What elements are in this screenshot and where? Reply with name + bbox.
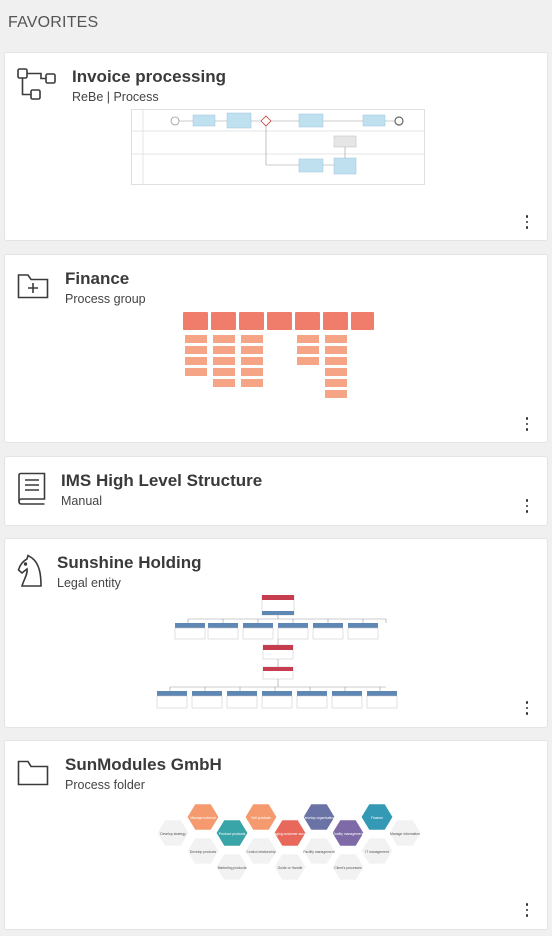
process-hexagon-label: Quality management (332, 832, 363, 836)
card-title[interactable]: SunModules GmbH (65, 755, 222, 775)
process-hexagon-label: Control relationship (246, 850, 275, 854)
folder-plus-icon (17, 271, 49, 306)
book-icon (17, 472, 47, 511)
favorite-card-sunshine-holding[interactable]: Sunshine Holding Legal entity (4, 538, 548, 728)
process-hexagon-label: Manage external (190, 816, 216, 820)
process-hexagon: Client's processes (331, 853, 365, 881)
favorite-card-sunmodules-gmbh[interactable]: SunModules GmbH Process folder Develop s… (4, 740, 548, 930)
process-hexagon: Develop organisation (302, 803, 336, 831)
process-landscape-preview[interactable]: Develop strategy Manage external Develop p… (151, 801, 423, 888)
process-hexagon-label: Develop strategy (160, 832, 186, 836)
process-hexagon: Develop strategy (156, 819, 190, 847)
process-group-preview[interactable] (181, 312, 375, 407)
card-title[interactable]: Invoice processing (72, 67, 226, 87)
card-subtitle: Process group (65, 292, 146, 306)
card-subtitle: ReBe | Process (72, 90, 159, 104)
folder-icon (17, 759, 49, 792)
process-hexagon: Managing customer accounts (268, 819, 313, 847)
card-menu-button[interactable] (523, 701, 531, 715)
chess-knight-icon (17, 554, 43, 593)
process-hexagon-label: Manage information (390, 832, 420, 836)
process-hexagon-label: Marketing products (218, 866, 247, 870)
card-menu-button[interactable] (523, 499, 531, 513)
favorite-card-invoice-processing[interactable]: Invoice processing ReBe | Process (4, 52, 548, 241)
process-hexagon-label: Sell products (251, 816, 271, 820)
favorite-card-finance[interactable]: Finance Process group (4, 254, 548, 443)
process-hexagon: Develop products (186, 837, 220, 865)
process-hexagon-label: IT management (365, 850, 389, 854)
process-hexagon: IT management (360, 837, 394, 865)
favorite-card-ims-high-level-structure[interactable]: IMS High Level Structure Manual (4, 456, 548, 526)
process-hexagon-label: Guide or Handle (278, 866, 303, 870)
process-hexagon: Marketing products (215, 853, 249, 881)
card-title[interactable]: Finance (65, 269, 129, 289)
card-menu-button[interactable] (523, 417, 531, 431)
process-hexagon: Control relationship (244, 837, 278, 865)
process-diagram-preview[interactable] (131, 109, 425, 190)
process-hexagon-label: Develop products (190, 850, 217, 854)
process-hexagon: Manage information (388, 819, 422, 847)
process-hexagon-label: Facility management (303, 850, 334, 854)
card-title[interactable]: IMS High Level Structure (61, 471, 262, 491)
process-hexagon-label: Finance (371, 816, 383, 820)
process-hexagon: Guide or Handle (273, 853, 307, 881)
process-flow-icon (17, 67, 57, 106)
card-subtitle: Manual (61, 494, 102, 508)
card-title[interactable]: Sunshine Holding (57, 553, 202, 573)
card-subtitle: Legal entity (57, 576, 121, 590)
process-hexagon-label: Produce products (219, 832, 246, 836)
process-hexagon: Sell products (244, 803, 278, 831)
process-hexagon-label: Managing customer accounts (268, 832, 313, 836)
process-hexagon: Manage external (186, 803, 220, 831)
card-subtitle: Process folder (65, 778, 145, 792)
process-hexagon: Quality management (331, 819, 365, 847)
card-menu-button[interactable] (523, 215, 531, 229)
process-hexagon-label: Develop organisation (303, 816, 335, 820)
card-menu-button[interactable] (523, 903, 531, 917)
favorites-heading: FAVORITES (8, 14, 99, 31)
process-hexagon: Finance (360, 803, 394, 831)
process-hexagon-label: Client's processes (334, 866, 362, 870)
org-chart-preview[interactable] (153, 594, 403, 724)
process-hexagon: Produce products (215, 819, 249, 847)
process-hexagon: Facility management (302, 837, 336, 865)
